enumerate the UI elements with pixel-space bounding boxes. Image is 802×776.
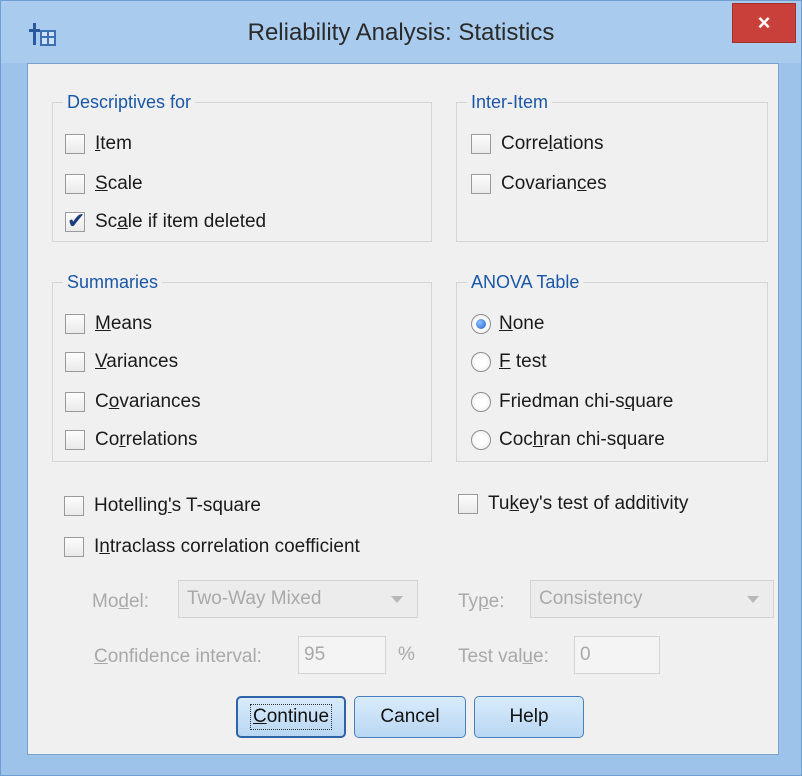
anova-ftest-radio[interactable]: F test (471, 351, 547, 373)
ci-label: Confidence interval: (94, 646, 262, 667)
inter-covariances-label: Covariances (501, 173, 607, 194)
means-checkbox-box[interactable] (65, 314, 85, 334)
anova-group-label: ANOVA Table (467, 271, 584, 293)
close-icon: × (757, 10, 771, 35)
summaries-group: Summaries Means Variances Covariances Co… (52, 271, 432, 462)
tukey-label: Tukey's test of additivity (488, 493, 689, 514)
descriptives-group: Descriptives for Item Scale Scale if ite… (52, 91, 432, 242)
type-dropdown[interactable]: Consistency (530, 580, 774, 618)
summary-correlations-checkbox-box[interactable] (65, 430, 85, 450)
hotelling-checkbox-box[interactable] (64, 496, 84, 516)
inter-correlations-checkbox[interactable]: Correlations (471, 133, 603, 155)
scale-if-deleted-checkbox[interactable]: Scale if item deleted (65, 208, 267, 234)
inter-correlations-label: Correlations (501, 133, 604, 154)
anova-ftest-label: F test (499, 351, 547, 372)
tukey-checkbox[interactable]: Tukey's test of additivity (458, 493, 688, 515)
intraclass-checkbox-box[interactable] (64, 537, 84, 557)
summary-correlations-checkbox[interactable]: Correlations (65, 429, 197, 451)
anova-cochran-label: Cochran chi-square (499, 429, 665, 450)
item-checkbox-box[interactable] (65, 134, 85, 154)
scale-if-deleted-checkbox-box[interactable] (65, 208, 85, 234)
hotelling-checkbox[interactable]: Hotelling's T-square (64, 495, 261, 517)
means-label: Means (95, 313, 153, 334)
item-checkbox[interactable]: Item (65, 133, 132, 155)
type-dropdown-value: Consistency (539, 588, 643, 609)
model-label: Model: (92, 591, 150, 612)
ci-percent-unit: % (398, 644, 415, 665)
help-button-label: Help (509, 706, 549, 727)
summary-covariances-checkbox-box[interactable] (65, 392, 85, 412)
ci-input[interactable]: 95 (298, 636, 386, 674)
anova-none-radio-dot[interactable] (471, 314, 491, 334)
summaries-group-label: Summaries (63, 271, 163, 293)
dialog-body: Descriptives for Item Scale Scale if ite… (27, 63, 779, 755)
continue-button[interactable]: Continue (236, 696, 346, 738)
variances-checkbox-box[interactable] (65, 352, 85, 372)
item-label: Item (95, 133, 132, 154)
chevron-down-icon (391, 596, 403, 603)
dialog-window: Reliability Analysis: Statistics × Descr… (0, 0, 802, 776)
anova-friedman-label: Friedman chi-square (499, 391, 674, 412)
test-value-label: Test value: (458, 646, 549, 667)
inter-item-group-label: Inter-Item (467, 91, 553, 113)
variances-label: Variances (95, 351, 179, 372)
model-dropdown[interactable]: Two-Way Mixed (178, 580, 418, 618)
inter-covariances-checkbox-box[interactable] (471, 174, 491, 194)
intraclass-checkbox[interactable]: Intraclass correlation coefficient (64, 536, 360, 558)
anova-ftest-radio-dot[interactable] (471, 352, 491, 372)
anova-group: ANOVA Table None F test Friedman chi-squ… (456, 271, 768, 462)
summary-covariances-checkbox[interactable]: Covariances (65, 391, 201, 413)
anova-friedman-radio[interactable]: Friedman chi-square (471, 391, 673, 413)
chevron-down-icon (747, 596, 759, 603)
means-checkbox[interactable]: Means (65, 313, 152, 335)
summary-covariances-label: Covariances (95, 391, 201, 412)
inter-covariances-checkbox[interactable]: Covariances (471, 173, 607, 195)
continue-button-label: Continue (249, 704, 333, 730)
anova-cochran-radio[interactable]: Cochran chi-square (471, 429, 665, 451)
help-button[interactable]: Help (474, 696, 584, 738)
scale-label: Scale (95, 173, 143, 194)
tukey-checkbox-box[interactable] (458, 494, 478, 514)
descriptives-group-label: Descriptives for (63, 91, 196, 113)
hotelling-label: Hotelling's T-square (94, 495, 261, 516)
inter-correlations-checkbox-box[interactable] (471, 134, 491, 154)
close-button[interactable]: × (732, 3, 796, 43)
anova-cochran-radio-dot[interactable] (471, 430, 491, 450)
cancel-button[interactable]: Cancel (354, 696, 466, 738)
intraclass-label: Intraclass correlation coefficient (94, 536, 360, 557)
window-title: Reliability Analysis: Statistics (247, 19, 555, 46)
scale-checkbox[interactable]: Scale (65, 173, 143, 195)
variances-checkbox[interactable]: Variances (65, 351, 178, 373)
scale-checkbox-box[interactable] (65, 174, 85, 194)
model-dropdown-value: Two-Way Mixed (187, 588, 322, 609)
anova-none-label: None (499, 313, 545, 334)
test-value-input[interactable]: 0 (574, 636, 660, 674)
anova-none-radio[interactable]: None (471, 313, 544, 335)
title-bar[interactable]: Reliability Analysis: Statistics × (1, 1, 801, 63)
scale-if-deleted-label: Scale if item deleted (95, 211, 267, 232)
anova-friedman-radio-dot[interactable] (471, 392, 491, 412)
test-value-input-value: 0 (580, 644, 591, 665)
summary-correlations-label: Correlations (95, 429, 198, 450)
ci-input-value: 95 (304, 644, 326, 665)
inter-item-group: Inter-Item Correlations Covariances (456, 91, 768, 242)
type-label: Type: (458, 591, 505, 612)
cancel-button-label: Cancel (380, 706, 440, 727)
